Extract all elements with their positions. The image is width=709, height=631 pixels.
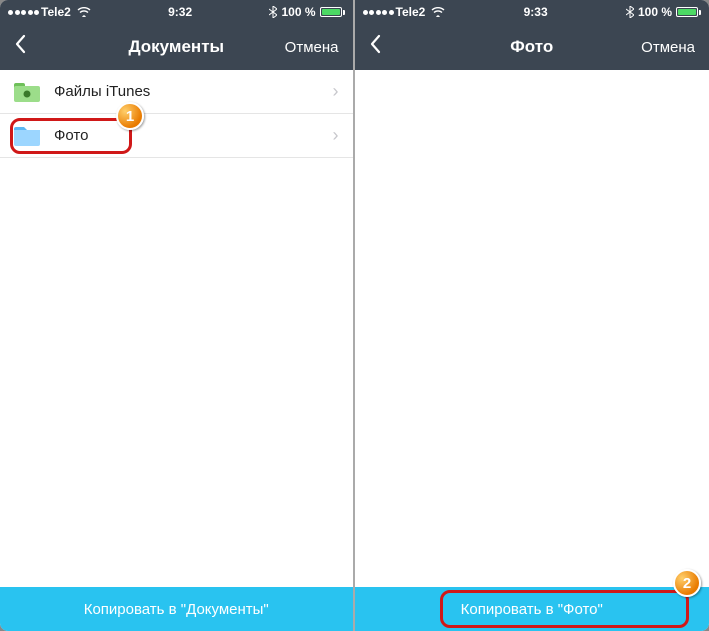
status-bar: Tele2 9:33 100 % [355,0,709,24]
cancel-button[interactable]: Отмена [641,39,695,56]
back-button[interactable] [14,34,38,60]
chevron-left-icon [369,34,381,54]
carrier-label: Tele2 [396,5,426,19]
page-title: Фото [510,37,553,57]
list-item[interactable]: Фото › [0,114,353,158]
battery-icon [676,7,701,17]
chevron-left-icon [14,34,26,54]
cancel-button[interactable]: Отмена [285,39,339,56]
signal-icon [8,10,39,15]
battery-icon [320,7,345,17]
copy-to-label: Копировать в "Фото" [461,601,603,618]
clock-label: 9:32 [91,5,270,19]
nav-header: Документы Отмена [0,24,353,70]
back-button[interactable] [369,34,393,60]
chevron-right-icon: › [333,81,339,102]
battery-percent-label: 100 % [638,5,672,19]
clock-label: 9:33 [445,5,626,19]
chevron-right-icon: › [333,125,339,146]
copy-to-button[interactable]: Копировать в "Фото" [355,587,709,631]
folder-blue-icon [14,125,40,147]
page-title: Документы [128,37,224,57]
nav-header: Фото Отмена [355,24,709,70]
dual-screenshot: Tele2 9:32 100 % Документы Отмена Фа [0,0,709,631]
battery-percent-label: 100 % [281,5,315,19]
signal-icon [363,10,394,15]
carrier-label: Tele2 [41,5,71,19]
status-bar: Tele2 9:32 100 % [0,0,353,24]
list-item[interactable]: Файлы iTunes › [0,70,353,114]
bluetooth-icon [269,6,277,18]
screen-documents: Tele2 9:32 100 % Документы Отмена Фа [0,0,355,631]
wifi-icon [431,7,445,17]
screen-photo: Tele2 9:33 100 % Фото Отмена Копировать … [355,0,709,631]
wifi-icon [77,7,91,17]
copy-to-button[interactable]: Копировать в "Документы" [0,587,353,631]
copy-to-label: Копировать в "Документы" [84,601,269,618]
folder-list: Файлы iTunes › Фото › [0,70,353,158]
bluetooth-icon [626,6,634,18]
list-item-label: Фото [54,127,333,144]
folder-green-icon [14,81,40,103]
list-item-label: Файлы iTunes [54,83,333,100]
